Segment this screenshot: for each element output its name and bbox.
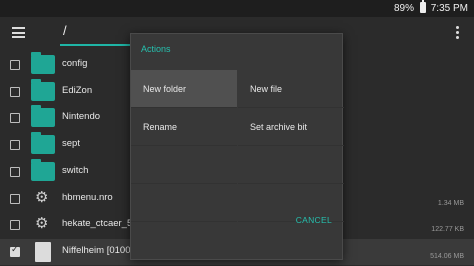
row-checkbox[interactable] bbox=[10, 245, 20, 257]
row-checkbox[interactable] bbox=[10, 140, 20, 150]
clock: 7:35 PM bbox=[430, 3, 468, 14]
battery-icon bbox=[420, 0, 426, 13]
cancel-button[interactable]: CANCEL bbox=[296, 215, 332, 225]
more-vertical-icon[interactable] bbox=[456, 26, 460, 40]
file-name: hekate_ctcaer_5 bbox=[62, 218, 133, 229]
row-checkbox[interactable] bbox=[10, 113, 20, 123]
status-bar: 89% 7:35 PM bbox=[0, 0, 474, 17]
action-empty bbox=[131, 184, 237, 222]
path-input[interactable]: / bbox=[60, 23, 140, 45]
folder-icon bbox=[31, 105, 55, 127]
action-set-archive-bit[interactable]: Set archive bit bbox=[238, 108, 344, 146]
file-size: 122.77 KB bbox=[431, 226, 464, 233]
row-checkbox[interactable] bbox=[10, 220, 20, 230]
folder-icon bbox=[31, 52, 55, 74]
gears-icon: ⚙ bbox=[35, 189, 49, 206]
file-name: hbmenu.nro bbox=[62, 192, 113, 203]
action-empty bbox=[238, 146, 344, 184]
gears-icon: ⚙ bbox=[35, 215, 49, 232]
row-checkbox[interactable] bbox=[10, 167, 20, 177]
action-empty bbox=[131, 146, 237, 184]
file-name: Nintendo bbox=[62, 111, 101, 122]
file-name: sept bbox=[62, 138, 80, 149]
file-icon bbox=[35, 242, 51, 262]
battery-percent: 89% bbox=[393, 3, 414, 14]
action-rename[interactable]: Rename bbox=[131, 108, 237, 146]
action-new-folder[interactable]: New folder bbox=[131, 70, 237, 108]
file-name: config bbox=[62, 58, 88, 69]
dialog-title: Actions bbox=[141, 44, 171, 54]
actions-dialog: Actions New folder New file Rename Set arch… bbox=[130, 33, 344, 260]
folder-icon bbox=[31, 132, 55, 154]
file-size: 1.34 MB bbox=[437, 200, 464, 207]
folder-icon bbox=[31, 79, 55, 101]
hamburger-icon[interactable] bbox=[12, 27, 25, 38]
row-checkbox[interactable] bbox=[10, 60, 20, 70]
row-checkbox[interactable] bbox=[10, 194, 20, 204]
action-new-file[interactable]: New file bbox=[238, 70, 344, 108]
folder-icon bbox=[31, 159, 55, 181]
file-name: switch bbox=[62, 165, 89, 176]
file-name: EdiZon bbox=[62, 85, 93, 96]
row-checkbox[interactable] bbox=[10, 87, 20, 97]
path-input-underline bbox=[60, 44, 138, 46]
file-size: 514.06 MB bbox=[430, 253, 464, 260]
